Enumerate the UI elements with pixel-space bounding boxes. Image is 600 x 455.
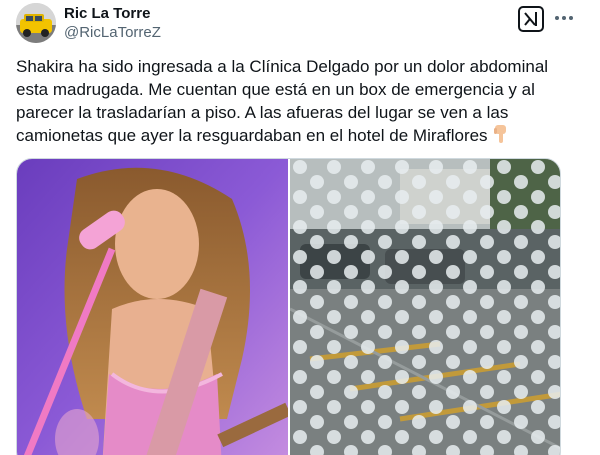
- media-photo-2[interactable]: [290, 159, 560, 455]
- pointing-down-hand-icon: [492, 124, 510, 150]
- display-name[interactable]: Ric La Torre: [64, 5, 150, 22]
- tweet-header: Ric La Torre @RicLaTorreZ: [16, 3, 584, 43]
- tweet-text: Shakira ha sido ingresada a la Clínica D…: [16, 55, 584, 150]
- tweet-body: Shakira ha sido ingresada a la Clínica D…: [16, 57, 549, 145]
- avatar[interactable]: [16, 3, 56, 43]
- street-through-dotted-glass-photo: [290, 159, 560, 455]
- grok-icon: [524, 12, 537, 26]
- tweet-media: [16, 158, 561, 455]
- avatar-image: [16, 3, 56, 43]
- more-icon: [555, 16, 573, 20]
- more-button[interactable]: [550, 4, 578, 32]
- media-photo-1[interactable]: [17, 159, 288, 455]
- user-handle[interactable]: @RicLaTorreZ: [64, 24, 161, 41]
- grok-button[interactable]: [518, 6, 544, 32]
- singer-performing-photo: [17, 159, 288, 455]
